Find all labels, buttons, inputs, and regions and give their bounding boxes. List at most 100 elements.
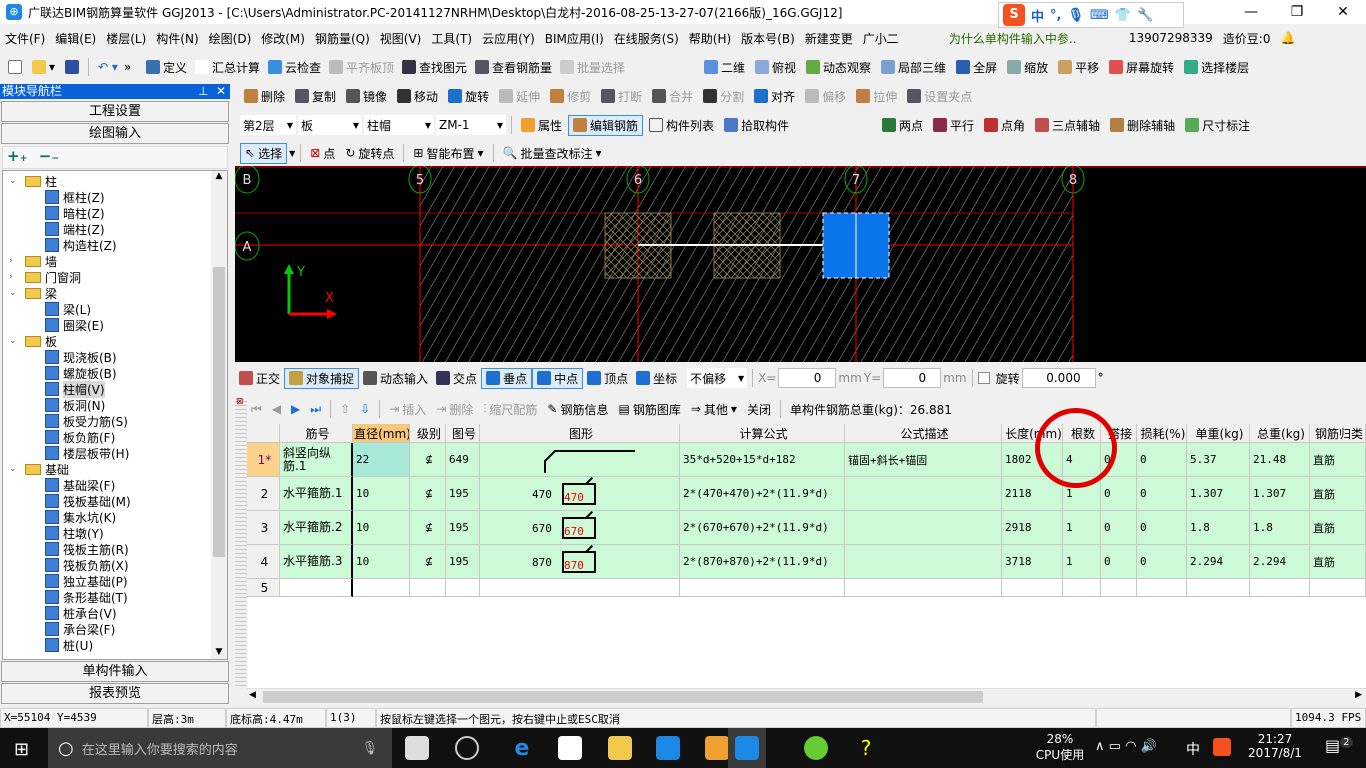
cell-dia[interactable]: 22 — [353, 443, 410, 477]
cell-grade[interactable] — [410, 579, 446, 597]
move-down-button[interactable]: ⇩ — [356, 401, 374, 417]
cell-loss[interactable] — [1137, 579, 1187, 597]
app-fan-icon[interactable] — [405, 736, 429, 760]
cell-desc[interactable] — [845, 477, 1002, 511]
cell-len[interactable]: 2918 — [1002, 511, 1063, 545]
column-header[interactable]: 直径(mm) — [353, 424, 410, 443]
cell-lap[interactable]: 0 — [1101, 443, 1137, 477]
cell-dia[interactable]: 10 — [353, 477, 410, 511]
column-header[interactable]: 长度(mm) — [1002, 424, 1063, 443]
column-header[interactable]: 总重(kg) — [1250, 424, 1310, 443]
chevron-down-icon[interactable]: ⌄ — [9, 336, 21, 346]
toolbar-button-3[interactable]: 移动 — [393, 87, 442, 106]
cell-name[interactable] — [280, 579, 353, 597]
column-header[interactable]: 筋号 — [280, 424, 353, 443]
batch-edit-label-button[interactable]: 🔍 批量查改标注 ▾ — [499, 144, 606, 163]
toolbar-button-2[interactable]: 动态观察 — [802, 58, 875, 77]
ime-toolbar[interactable]: S 中 °, 🎙 ⌨ 👕 🔧 — [998, 2, 1184, 28]
cell-shape[interactable]: 470 470 — [480, 477, 680, 511]
toolbar-button-4[interactable]: 删除辅轴 — [1106, 116, 1179, 135]
column-header[interactable]: 搭接 — [1101, 424, 1137, 443]
cell-unit_w[interactable]: 1.8 — [1187, 511, 1250, 545]
expand-all-icon[interactable]: +₊ — [7, 147, 28, 165]
canvas-svg[interactable]: B A 5 6 7 8 Y X — [234, 164, 1366, 362]
tree-item[interactable]: 柱墩(Y) — [45, 525, 104, 541]
column-header[interactable]: 钢筋归类 — [1310, 424, 1366, 443]
menu-item[interactable]: 工具(T) — [426, 30, 477, 47]
explorer-icon[interactable] — [608, 736, 632, 760]
cell-dia[interactable]: 10 — [353, 511, 410, 545]
column-header[interactable]: 根数 — [1063, 424, 1101, 443]
chevron-right-icon[interactable]: › — [9, 256, 21, 266]
cell-cat[interactable]: 直筋 — [1310, 477, 1366, 511]
tree-item[interactable]: 集水坑(K) — [45, 509, 116, 525]
toolbar-button-6[interactable]: 顶点 — [583, 369, 632, 388]
cell-total_w[interactable]: 21.48 — [1250, 443, 1310, 477]
rotate-input[interactable]: 0.000 — [1021, 368, 1096, 388]
save-button[interactable] — [61, 59, 83, 75]
toolbar-button-7[interactable]: 屏幕旋转 — [1105, 58, 1178, 77]
drawing-canvas[interactable]: B A 5 6 7 8 Y X — [234, 164, 1366, 362]
rebar-library-button[interactable]: ▤ 钢筋图库 — [614, 400, 684, 419]
assistant-button[interactable]: 广小二 — [858, 30, 904, 47]
toolbar-button-1[interactable]: 汇总计算 — [191, 58, 264, 77]
tree-folder[interactable]: ⌄ 基础 — [9, 461, 69, 477]
column-header[interactable]: 级别 — [410, 424, 446, 443]
toolbar-button-0[interactable]: 二维 — [700, 58, 749, 77]
menu-item[interactable]: 楼层(L) — [101, 30, 151, 47]
toolbar-button-4[interactable]: 旋转 — [444, 87, 493, 106]
toolbar-button-5[interactable]: 查看钢筋量 — [471, 58, 556, 77]
tree-item[interactable]: 螺旋板(B) — [45, 365, 117, 381]
tree-item[interactable]: 桩承台(V) — [45, 605, 117, 621]
toolbar-button-12[interactable]: 拉伸 — [852, 87, 901, 106]
type-select[interactable]: 板 ▼ — [298, 115, 362, 135]
cell-fig[interactable]: 649 — [446, 443, 480, 477]
x-input[interactable]: 0 — [778, 368, 837, 388]
toolbar-button-2[interactable]: 云检查 — [264, 58, 325, 77]
wrench-icon[interactable]: 🔧 — [1137, 8, 1153, 23]
tip-link[interactable]: 为什么单构件输入中参.. — [944, 30, 1104, 47]
cell-desc[interactable] — [845, 545, 1002, 579]
collapse-all-icon[interactable]: −₋ — [39, 147, 60, 165]
chevron-down-icon[interactable]: ⌄ — [9, 176, 21, 186]
tree-item[interactable]: 筏板基础(M) — [45, 493, 131, 509]
notes-icon[interactable] — [705, 736, 729, 760]
component-select[interactable]: ZM-1 ▼ — [436, 115, 506, 135]
maximize-button[interactable]: ❐ — [1274, 0, 1320, 24]
rotate-point-button[interactable]: ↻ 旋转点 — [341, 144, 398, 163]
tree-item[interactable]: 现浇板(B) — [45, 349, 117, 365]
cell-desc[interactable]: 锚固+斜长+锚固 — [845, 443, 1002, 477]
cell-total_w[interactable]: 2.294 — [1250, 545, 1310, 579]
close-grid-icon[interactable]: ⊠ — [236, 397, 244, 407]
drawing-input-button[interactable]: 绘图输入 — [1, 123, 229, 144]
toolbar-button-4[interactable]: 垂点 — [481, 367, 533, 389]
toolbar-button-3[interactable]: 平齐板顶 — [325, 58, 398, 77]
component-list-button[interactable]: 构件列表 — [645, 116, 718, 135]
chevron-down-icon[interactable]: ⌄ — [9, 288, 21, 298]
report-preview-button[interactable]: 报表预览 — [1, 683, 229, 704]
tree-item[interactable]: 楼层板带(H) — [45, 445, 129, 461]
cell-unit_w[interactable]: 5.37 — [1187, 443, 1250, 477]
cell-cat[interactable]: 直筋 — [1310, 443, 1366, 477]
toolbar-button-1[interactable]: 俯视 — [751, 58, 800, 77]
row-header[interactable]: 1* — [247, 443, 280, 477]
cell-desc[interactable] — [845, 511, 1002, 545]
cell-dia[interactable] — [353, 579, 410, 597]
undo-button[interactable]: ↶ ▾ — [94, 59, 122, 75]
tree-folder[interactable]: ⌄ 梁 — [9, 285, 57, 301]
toolbar-button-7[interactable]: 坐标 — [632, 369, 681, 388]
toolbar-button-3[interactable]: 交点 — [432, 369, 481, 388]
single-input-button[interactable]: 单构件输入 — [1, 661, 229, 682]
toolbar-button-3[interactable]: 局部三维 — [877, 58, 950, 77]
cell-fig[interactable]: 195 — [446, 477, 480, 511]
cell-grade[interactable]: ⊈ — [410, 545, 446, 579]
chevron-right-icon[interactable]: › — [9, 272, 21, 282]
y-input[interactable]: 0 — [883, 368, 942, 388]
column-header[interactable]: 图号 — [446, 424, 480, 443]
edit-rebar-button[interactable]: 编辑钢筋 — [568, 114, 644, 136]
column-header[interactable]: 图形 — [480, 424, 680, 443]
project-settings-button[interactable]: 工程设置 — [1, 101, 229, 122]
skin-icon[interactable]: 👕 — [1115, 8, 1131, 23]
cell-lap[interactable] — [1101, 579, 1137, 597]
properties-button[interactable]: 属性 — [517, 116, 566, 135]
